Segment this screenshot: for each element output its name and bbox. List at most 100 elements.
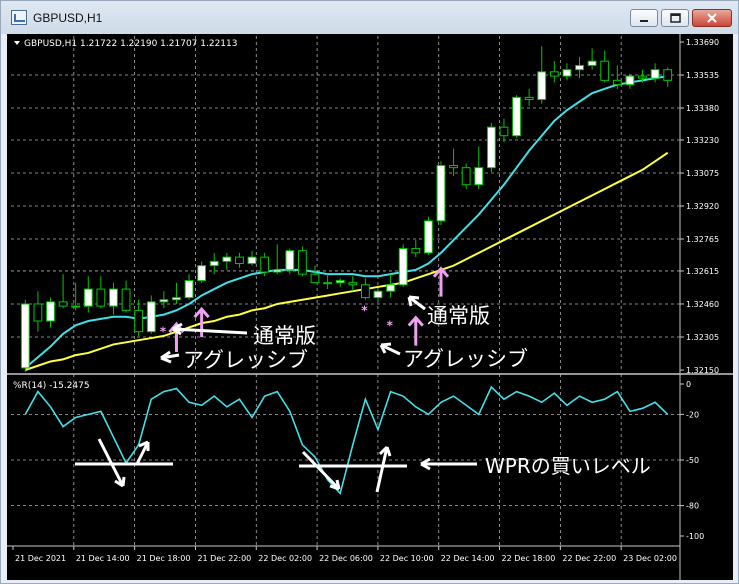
candle-bear — [298, 250, 307, 275]
candle-bull — [172, 297, 181, 301]
price-tick-label: 1.32765 — [686, 235, 719, 244]
minimize-button[interactable] — [630, 9, 658, 27]
candle-bull — [197, 265, 207, 282]
candles — [20, 46, 673, 373]
candle-bear — [121, 288, 131, 311]
ma-slow-line — [24, 151, 669, 371]
candle-bull — [575, 64, 584, 71]
close-icon — [707, 13, 717, 23]
candle-bear — [663, 69, 673, 81]
candle-bull — [272, 269, 282, 273]
candle-bull — [323, 282, 333, 285]
candle-bull — [398, 248, 408, 286]
signal-star: * — [160, 325, 167, 339]
candle-bull — [109, 288, 118, 307]
price-axis: 1.33690 1.33535 1.33380 1.33230 1.33075 1.329… — [680, 38, 719, 375]
candle-bear — [260, 256, 270, 273]
restore-icon — [670, 13, 681, 23]
candle-bear — [33, 303, 43, 322]
candle-bear — [134, 309, 144, 333]
time-tick-label: 21 Dec 14:00 — [76, 554, 130, 563]
time-tick-label: 23 Dec 02:00 — [623, 554, 677, 563]
candle-bull — [20, 303, 30, 369]
candle-bull — [474, 167, 484, 186]
candle-bear — [360, 284, 370, 299]
candle-bull — [423, 220, 433, 254]
candle-bear — [348, 282, 358, 286]
annotation-aggressive-2: アグレッシブ — [379, 342, 528, 371]
title-bar[interactable]: GBPUSD,H1 — [1, 1, 738, 34]
wpr-tick-label: 0 — [686, 380, 691, 389]
signal-up-arrow — [407, 315, 424, 346]
candle-bull — [537, 71, 547, 101]
chart-area[interactable]: 1.33690 1.33535 1.33380 1.33230 1.33075 1.329… — [7, 34, 733, 580]
time-tick-label: 22 Dec 22:00 — [562, 554, 616, 563]
candle-bear — [58, 301, 68, 307]
candle-bull — [625, 75, 635, 86]
wpr-tick-label: -100 — [686, 532, 704, 541]
price-tick-label: 1.33535 — [686, 71, 719, 80]
price-tick-label: 1.32460 — [686, 300, 719, 309]
candle-bull — [247, 256, 257, 265]
annotation-aggressive-1-label: アグレッシブ — [183, 348, 308, 372]
time-tick-label: 21 Dec 18:00 — [137, 554, 191, 563]
candle-bear — [461, 167, 471, 186]
candle-bear — [524, 96, 534, 101]
time-tick-label: 22 Dec 14:00 — [441, 554, 495, 563]
candle-bear — [235, 256, 244, 265]
candle-bull — [83, 288, 93, 307]
annotation-wpr-level-label: WPRの買いレベル — [485, 454, 651, 478]
time-tick-label: 22 Dec 10:00 — [380, 554, 434, 563]
candle-bear — [600, 60, 610, 81]
candle-bear — [411, 248, 421, 254]
price-tick-label: 1.32305 — [686, 333, 719, 342]
candle-bull — [335, 280, 345, 284]
candle-bull — [562, 69, 572, 77]
annotation-wpr-level: WPRの買いレベル — [75, 438, 651, 493]
time-tick-label: 22 Dec 06:00 — [319, 554, 373, 563]
signal-up-arrow — [432, 266, 450, 297]
annotation-aggressive-2-label: アグレッシブ — [403, 347, 528, 371]
annotation-aggressive-1: アグレッシブ — [160, 348, 308, 372]
candle-bull — [46, 301, 55, 322]
candle-bull — [209, 260, 219, 267]
window-title: GBPUSD,H1 — [33, 11, 103, 25]
candle-bear — [638, 75, 647, 79]
chart-window: GBPUSD,H1 1.33690 1.33535 1.33380 1.33230 1.… — [0, 0, 739, 584]
wpr-tick-label: -80 — [686, 502, 699, 511]
chart-menu-icon[interactable] — [14, 41, 20, 45]
price-tick-label: 1.33690 — [686, 38, 719, 47]
candle-bear — [612, 79, 622, 86]
time-tick-label: 21 Dec 2021 — [15, 554, 66, 563]
restore-button[interactable] — [661, 9, 689, 27]
candle-bull — [436, 165, 446, 222]
time-tick-label: 22 Dec 02:00 — [258, 554, 312, 563]
candle-bull — [486, 126, 496, 169]
wpr-tick-label: -50 — [686, 456, 699, 465]
price-tick-label: 1.32920 — [686, 202, 719, 211]
time-tick-label: 22 Dec 18:00 — [502, 554, 556, 563]
candle-bull — [71, 305, 81, 308]
annotation-normal-2-label: 通常版 — [427, 304, 490, 328]
price-chart[interactable]: 1.33690 1.33535 1.33380 1.33230 1.33075 1.329… — [7, 34, 733, 580]
ma-fast-line — [24, 75, 668, 369]
annotation-normal-1: 通常版 — [172, 322, 316, 348]
price-tick-label: 1.32615 — [686, 267, 719, 276]
candle-bull — [386, 284, 395, 292]
wpr-axis: 0 -20 -50 -80 -100 — [680, 380, 704, 541]
close-button[interactable] — [692, 9, 732, 27]
moving-averages — [24, 75, 669, 371]
candle-bear — [96, 288, 106, 307]
candle-bear — [549, 71, 559, 77]
time-axis: 21 Dec 2021 21 Dec 14:00 21 Dec 18:00 21 De… — [12, 546, 677, 563]
candle-bear — [499, 126, 509, 137]
candle-bull — [285, 250, 295, 271]
indicator-header: %R(14) -15.2475 — [13, 381, 90, 391]
candle-bull — [159, 299, 169, 303]
candle-bull — [587, 60, 597, 66]
candle-bull — [512, 96, 521, 137]
candle-bull — [146, 301, 156, 333]
candle-bear — [310, 273, 320, 284]
signal-star: * — [387, 318, 394, 332]
annotation-normal-1-label: 通常版 — [253, 324, 316, 348]
